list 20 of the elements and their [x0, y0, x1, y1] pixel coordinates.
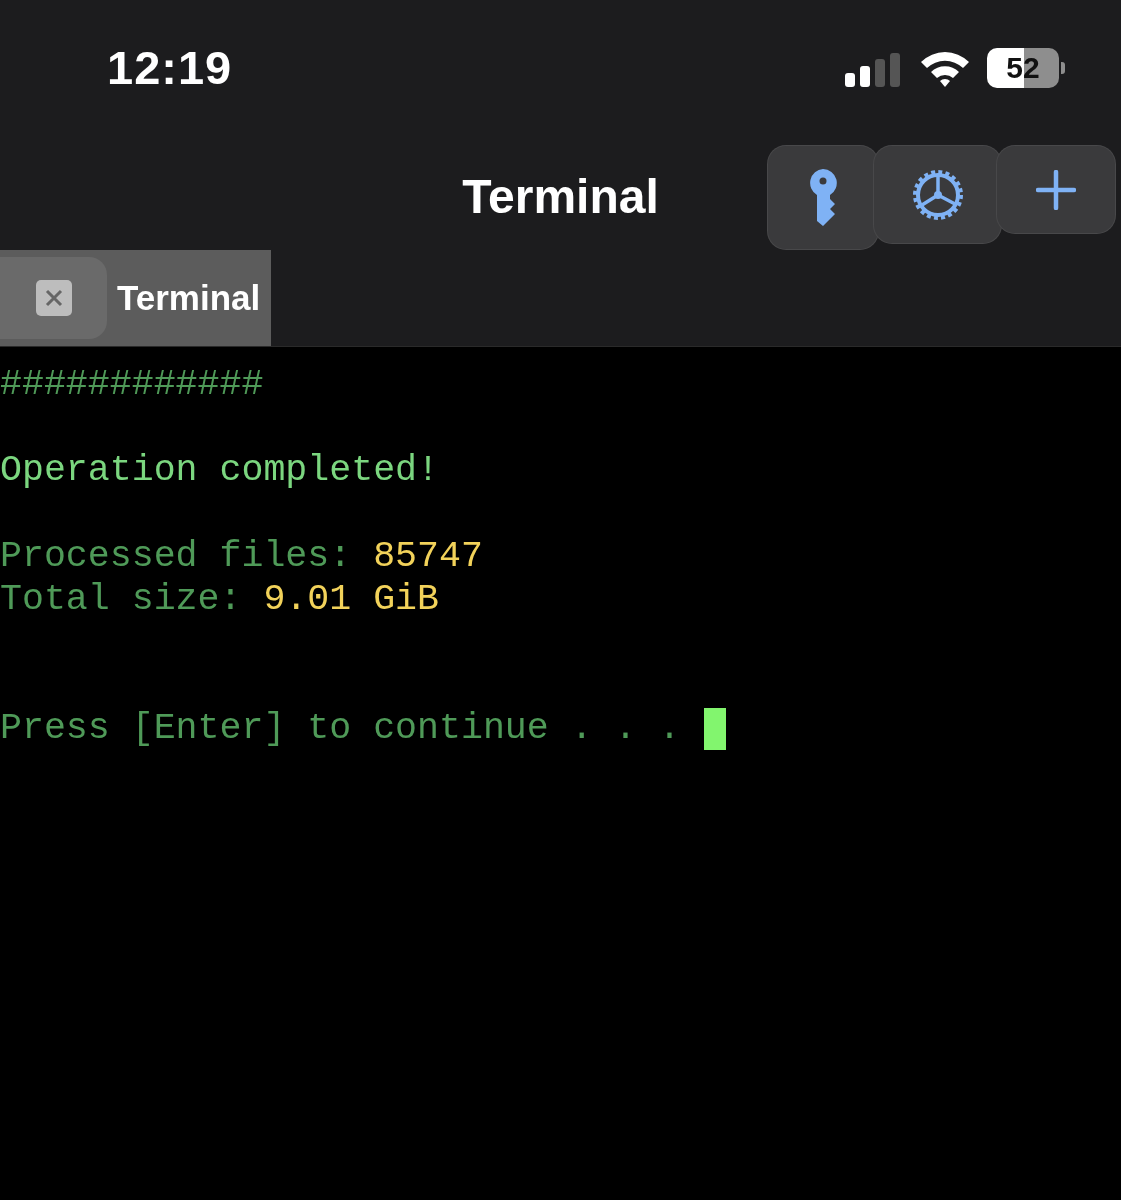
settings-button[interactable] [874, 146, 1001, 243]
add-button[interactable] [997, 146, 1115, 233]
key-icon [808, 168, 838, 227]
close-icon [35, 280, 72, 316]
signal-icon [845, 52, 903, 87]
output-text: ############ [0, 363, 264, 406]
plus-icon [1036, 169, 1076, 210]
tab-label: Terminal [117, 278, 261, 318]
settings-icon [910, 167, 965, 222]
key-button[interactable] [768, 146, 878, 249]
output-text: Processed files: [0, 535, 353, 578]
output-value: 9.01 GiB [263, 578, 439, 621]
output-text: Operation completed! [0, 449, 439, 492]
output-text: Total size: [0, 578, 243, 621]
output-text: Press [Enter] to continue . . . [0, 707, 682, 750]
screen-title: Terminal [462, 169, 659, 224]
close-tab-button[interactable] [0, 257, 107, 339]
output-value: 85747 [373, 535, 483, 578]
tab[interactable]: Terminal [0, 250, 271, 346]
status-time: 12:19 [107, 40, 233, 95]
